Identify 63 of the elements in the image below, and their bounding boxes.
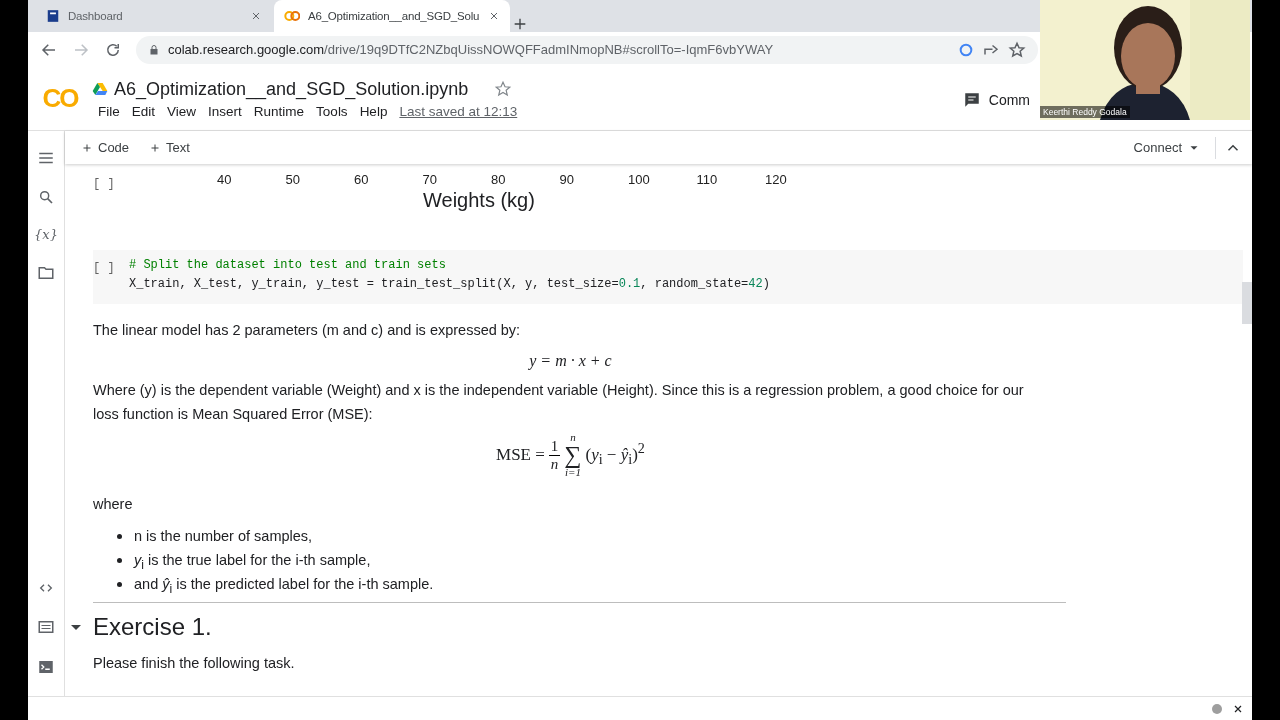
- menu-item[interactable]: Runtime: [247, 103, 311, 119]
- comment-icon: [962, 91, 981, 109]
- browser-tab[interactable]: A6_Optimization__and_SGD_Solu: [274, 0, 510, 32]
- code-cell[interactable]: [ ] # Split the dataset into test and train sets X_train, X_test, y_train, y_test = train_test_split(X, y, test_size=0.1, random_state=42): [93, 250, 1243, 304]
- cell-run-bracket[interactable]: [ ]: [93, 256, 129, 294]
- menu-item[interactable]: Edit: [125, 103, 162, 119]
- caret-down-icon[interactable]: [71, 624, 81, 630]
- variables-icon[interactable]: {x}: [34, 227, 58, 242]
- axis-tick-label: 100: [628, 172, 651, 187]
- participant-name: Keerthi Reddy Godala: [1040, 106, 1130, 118]
- axis-tick-label: 80: [491, 172, 507, 187]
- paragraph: The linear model has 2 parameters (m and c) and is expressed by:: [93, 321, 522, 340]
- scrollbar-thumb[interactable]: [1242, 282, 1252, 324]
- axis-label: Weights (kg): [423, 189, 536, 212]
- paragraph: Where (y) is the dependent variable (Weight) and x is the independent variable (Height). Since this is a regression problem, a good choice for our loss function is Mean Squared Error (MSE):: [93, 381, 1025, 424]
- paragraph: Please finish the following task.: [93, 655, 296, 671]
- close-icon: [250, 10, 262, 22]
- comment-button[interactable]: Comm: [988, 92, 1030, 108]
- new-tab-icon: [512, 16, 528, 32]
- list-item: and ŷ$_{i}$ is the predicted label for the i-th sample.: [134, 575, 434, 596]
- paragraph: where: [93, 495, 134, 514]
- address-bar[interactable]: colab.research.google.com/drive/19q9DTfC2NZbqUissNOWQFFadmINmopNB#scrollTo=-IqmF6vbYWAY: [136, 35, 1038, 64]
- add-cell-button[interactable]: Text: [143, 136, 196, 159]
- bullet-icon: [117, 557, 122, 563]
- folder-icon: [37, 264, 55, 282]
- colab-logo-icon: [284, 8, 300, 24]
- axis-tick-label: 50: [285, 172, 301, 187]
- list-item: y$_{i}$ is the true label for the i-th sample,: [134, 551, 371, 572]
- notebook-title[interactable]: A6_Optimization__and_SGD_Solution.ipynb: [114, 78, 469, 100]
- bullet-icon: [117, 533, 122, 539]
- formula: y = m · x + c: [529, 352, 612, 369]
- connect-button[interactable]: Connect: [1127, 136, 1207, 159]
- terminal-icon: [37, 658, 55, 676]
- code-line: # Split the dataset into test and train sets: [129, 257, 447, 274]
- menu-item[interactable]: View: [161, 103, 203, 119]
- axis-tick-label: 60: [354, 172, 370, 187]
- axis-tick-label: 90: [559, 172, 575, 187]
- lock-icon: [148, 43, 160, 56]
- bullet-icon: [117, 581, 122, 587]
- cell-run-bracket[interactable]: [ ]: [93, 172, 129, 212]
- add-cell-button[interactable]: Code: [75, 136, 136, 159]
- section-heading: Exercise 1.: [93, 613, 212, 641]
- menu-item[interactable]: File: [92, 103, 126, 119]
- list-item: n is the number of samples,: [134, 527, 313, 546]
- search-icon: [38, 189, 54, 205]
- browser-tab[interactable]: Dashboard: [36, 0, 272, 32]
- menu-item[interactable]: Tools: [310, 103, 354, 119]
- drive-icon: [92, 81, 108, 97]
- star-icon: [1008, 40, 1026, 59]
- colab-logo: CO: [41, 83, 79, 114]
- axis-tick-label: 120: [765, 172, 788, 187]
- code-line: X_train, X_test, y_train, y_test = train_test_split(X, y, test_size=0.1, random_state=42): [129, 276, 770, 293]
- menu-item[interactable]: Help: [353, 103, 394, 119]
- axis-tick-label: 70: [422, 172, 438, 187]
- close-icon: [488, 10, 500, 22]
- last-saved-link[interactable]: Last saved at 12:13: [399, 103, 518, 119]
- axis-tick-label: 40: [217, 172, 233, 187]
- command-palette-icon: [37, 618, 55, 636]
- axis-tick-label: 110: [696, 172, 719, 187]
- status-dot-icon: [1212, 703, 1222, 714]
- url-text: colab.research.google.com/drive/19q9DTfC2NZbqUissNOWQFFadmINmopNB#scrollTo=-IqmF6vbYWAY: [168, 42, 774, 57]
- star-icon: [494, 80, 513, 98]
- menu-item[interactable]: Insert: [202, 103, 248, 119]
